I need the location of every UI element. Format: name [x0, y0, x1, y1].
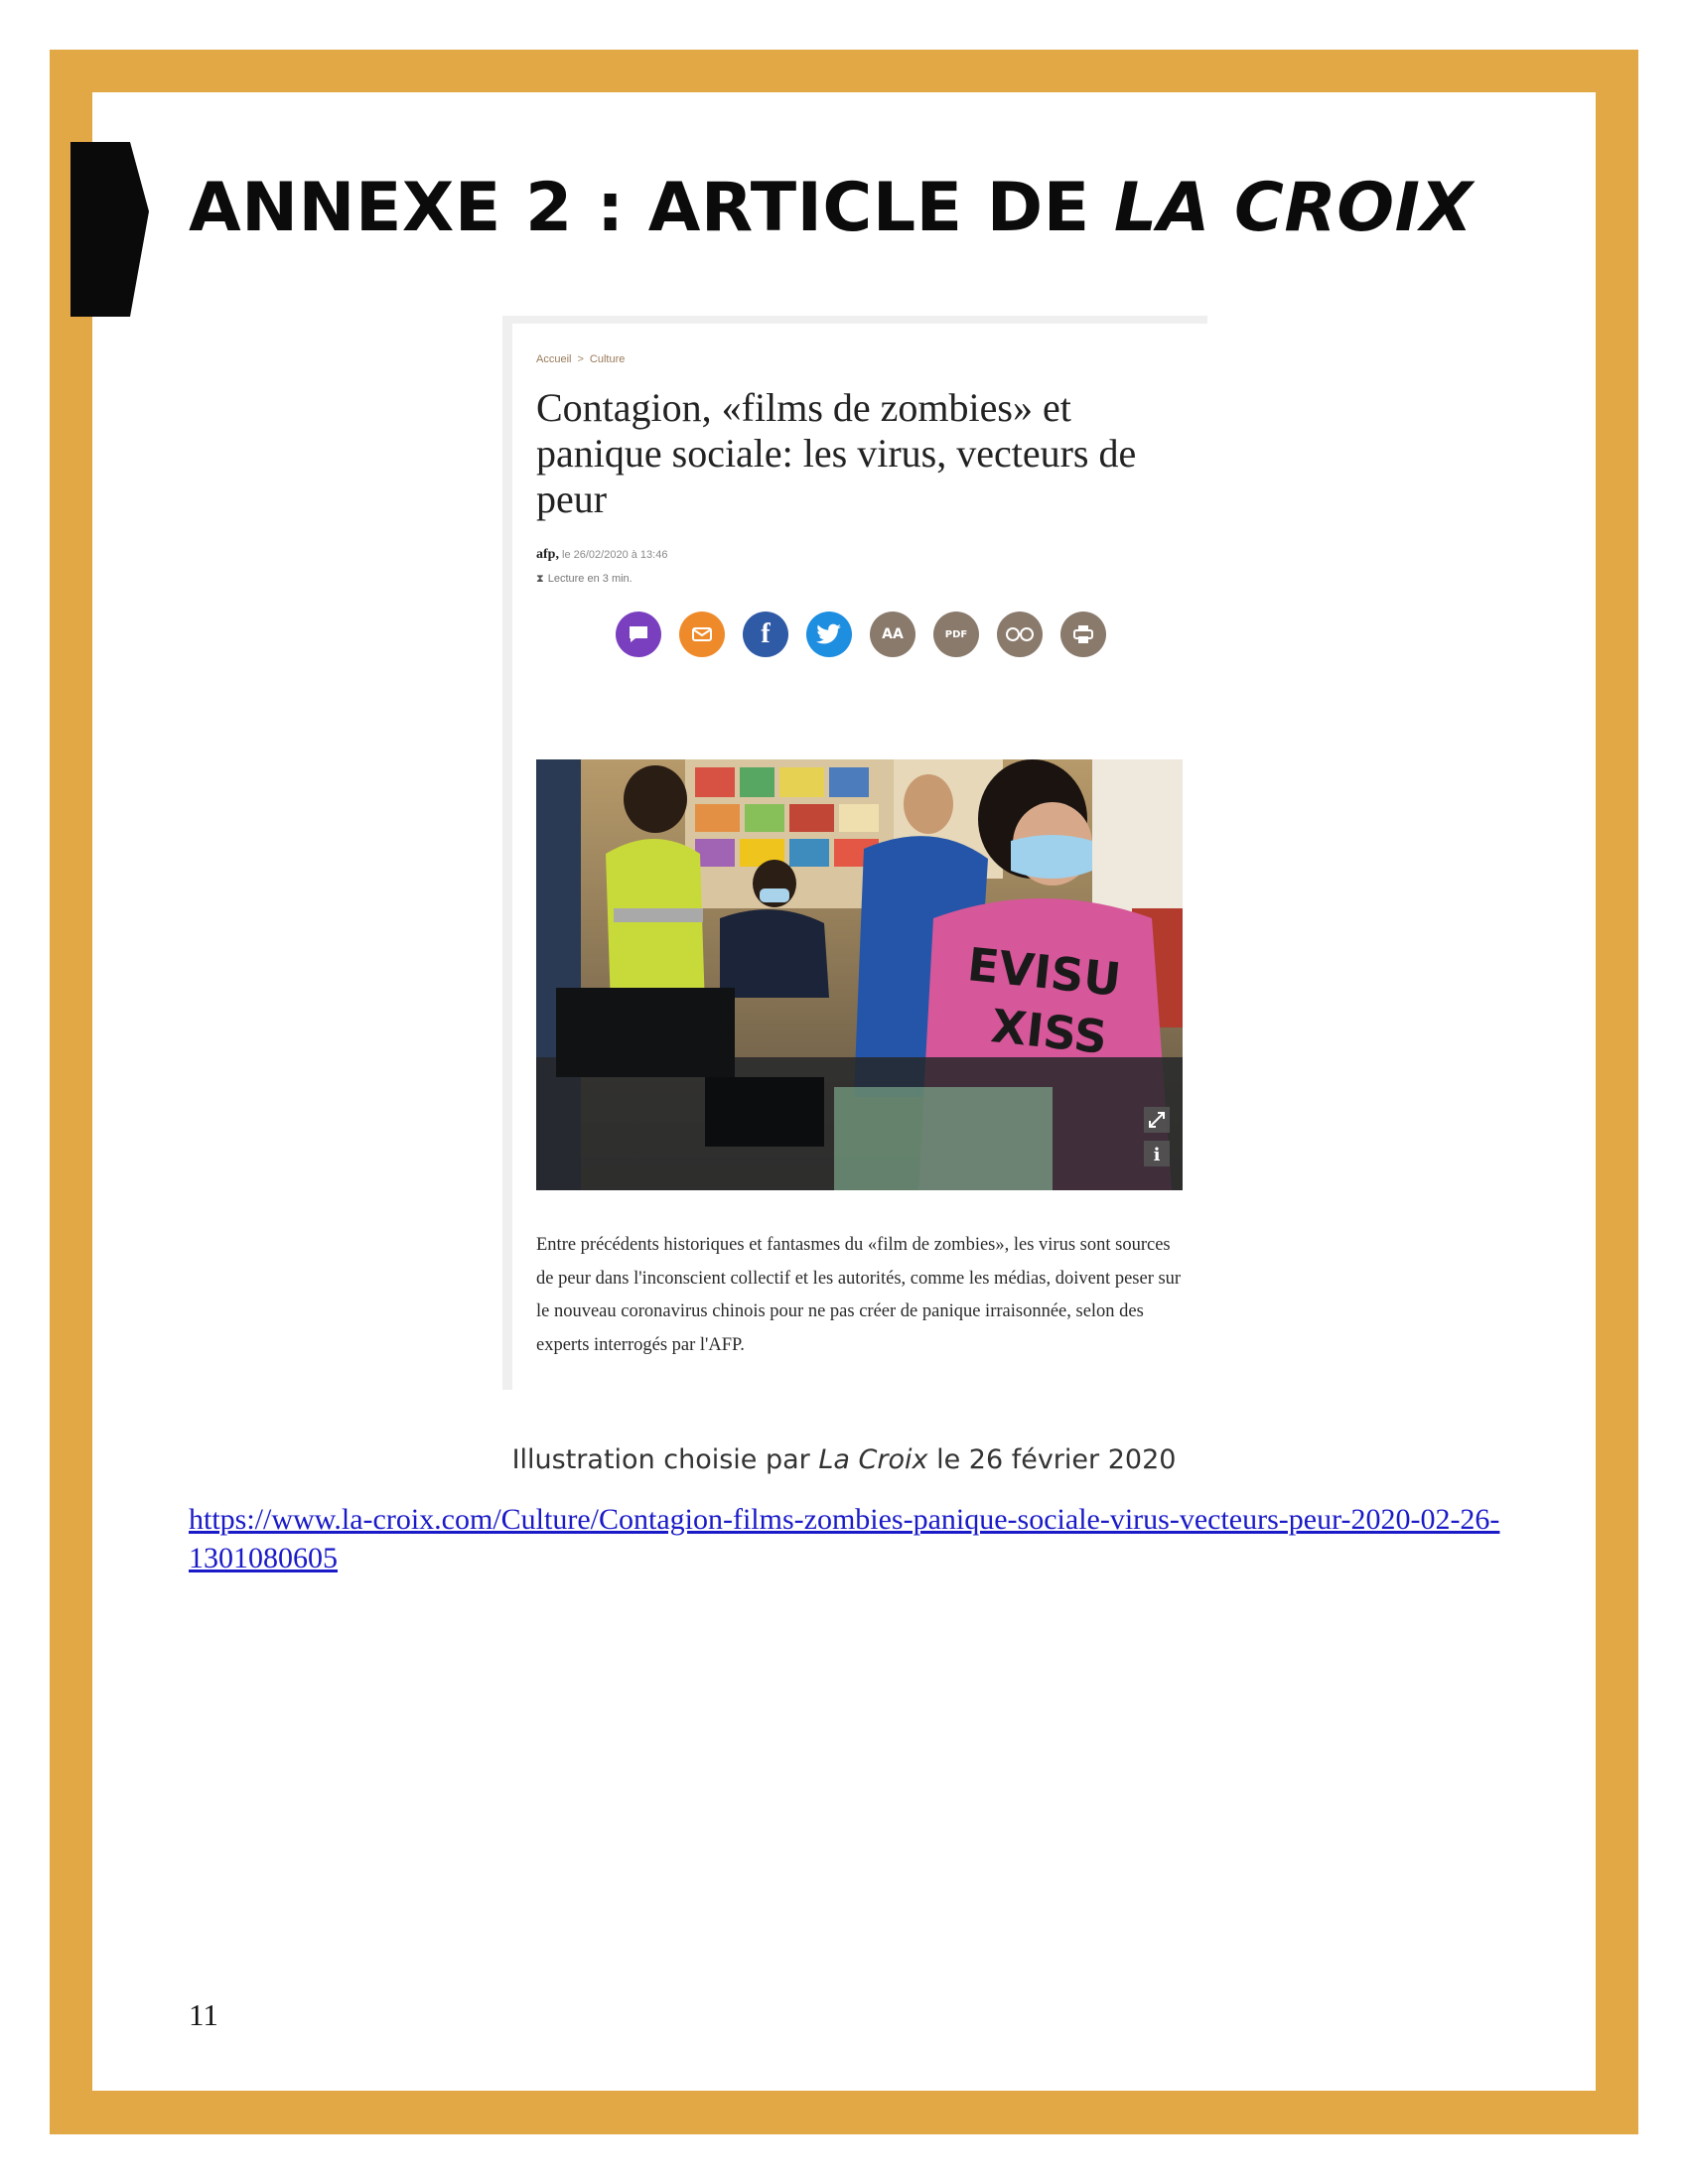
comment-icon[interactable] — [616, 612, 661, 657]
breadcrumb-home[interactable]: Accueil — [536, 353, 571, 365]
article-date: le 26/02/2020 à 13:46 — [562, 549, 668, 561]
reading-glasses-icon[interactable] — [997, 612, 1043, 657]
article-lead: Entre précédents historiques et fantasme… — [536, 1235, 1182, 1355]
page-number: 11 — [189, 1997, 218, 2032]
breadcrumb: Accueil > Culture — [536, 353, 625, 365]
article-photo[interactable]: EVISU XISS i — [536, 759, 1183, 1190]
twitter-icon[interactable] — [806, 612, 852, 657]
illustration-caption: Illustration choisie par La Croix le 26 … — [511, 1444, 1177, 1475]
reading-time-label: Lecture en 3 min. — [547, 573, 633, 585]
reading-time: ⧗ Lecture en 3 min. — [536, 573, 633, 586]
article-screenshot: Accueil > Culture Contagion, «films de zom… — [502, 316, 1207, 1390]
title-newspaper-name: LA CROIX — [1113, 169, 1474, 247]
pdf-icon[interactable]: PDF — [933, 612, 979, 657]
article-title: Contagion, «films de zombies» et panique… — [536, 385, 1137, 521]
page-title: ANNEXE 2 : ARTICLE DE LA CROIX — [189, 169, 1473, 247]
title-text: ANNEXE 2 : ARTICLE DE — [189, 169, 1114, 247]
breadcrumb-culture[interactable]: Culture — [590, 353, 625, 365]
caption-newspaper-name: La Croix — [818, 1444, 928, 1475]
share-bar: f AA PDF — [616, 612, 1106, 657]
email-icon[interactable] — [679, 612, 725, 657]
facebook-icon[interactable]: f — [743, 612, 788, 657]
source-link[interactable]: https://www.la-croix.com/Culture/Contagi… — [189, 1500, 1509, 1577]
shop-scene-image: EVISU XISS i — [536, 759, 1183, 1190]
svg-text:i: i — [1154, 1145, 1161, 1165]
article-source: afp, — [536, 547, 559, 562]
section-flag-icon — [70, 142, 149, 317]
hourglass-icon: ⧗ — [536, 573, 544, 585]
print-icon[interactable] — [1060, 612, 1106, 657]
text-size-icon[interactable]: AA — [870, 612, 915, 657]
breadcrumb-separator: > — [577, 353, 584, 365]
article-byline: afp, le 26/02/2020 à 13:46 — [536, 547, 667, 563]
